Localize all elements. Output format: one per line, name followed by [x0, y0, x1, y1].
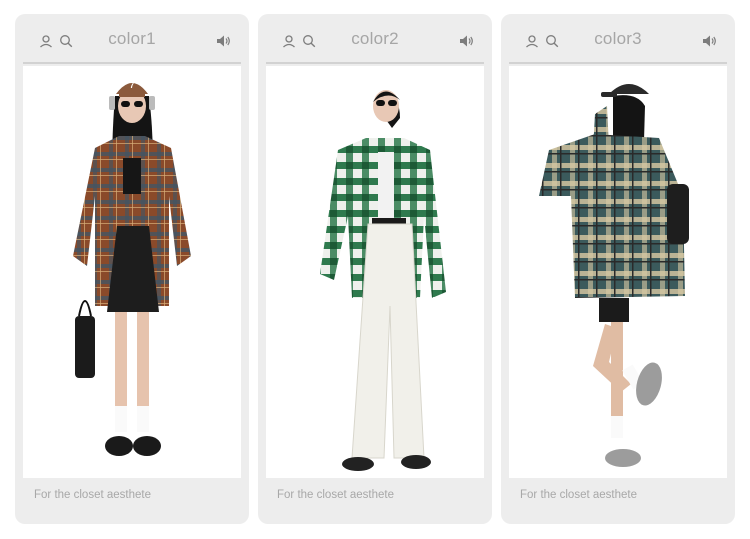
model-illustration [539, 84, 689, 467]
header-divider [23, 62, 241, 64]
speaker-icon[interactable] [459, 34, 474, 48]
color-card-2[interactable]: color2 For the closet aesthete [258, 14, 492, 524]
color-card-3[interactable]: color3 For the closet aesthete [501, 14, 735, 524]
card-title: color2 [351, 29, 399, 48]
card-caption: For the closet aesthete [34, 489, 151, 501]
model-photo[interactable]: 7 [23, 66, 241, 478]
model-photo[interactable] [266, 66, 484, 478]
product-color-cards: color1 7 For the closet aesthete color2 … [0, 0, 750, 539]
color-card-1[interactable]: color1 7 For the closet aesthete [15, 14, 249, 524]
speaker-icon[interactable] [702, 34, 717, 48]
speaker-icon[interactable] [216, 34, 231, 48]
card-header: color1 [15, 14, 249, 64]
svg-text:7: 7 [130, 81, 135, 90]
model-illustration [320, 90, 446, 471]
card-caption: For the closet aesthete [277, 489, 394, 501]
model-photo[interactable] [509, 66, 727, 478]
header-divider [266, 62, 484, 64]
card-header: color2 [258, 14, 492, 64]
card-caption: For the closet aesthete [520, 489, 637, 501]
model-illustration: 7 [73, 81, 191, 456]
header-divider [509, 62, 727, 64]
card-title: color1 [108, 29, 156, 48]
card-title: color3 [594, 29, 642, 48]
card-header: color3 [501, 14, 735, 64]
